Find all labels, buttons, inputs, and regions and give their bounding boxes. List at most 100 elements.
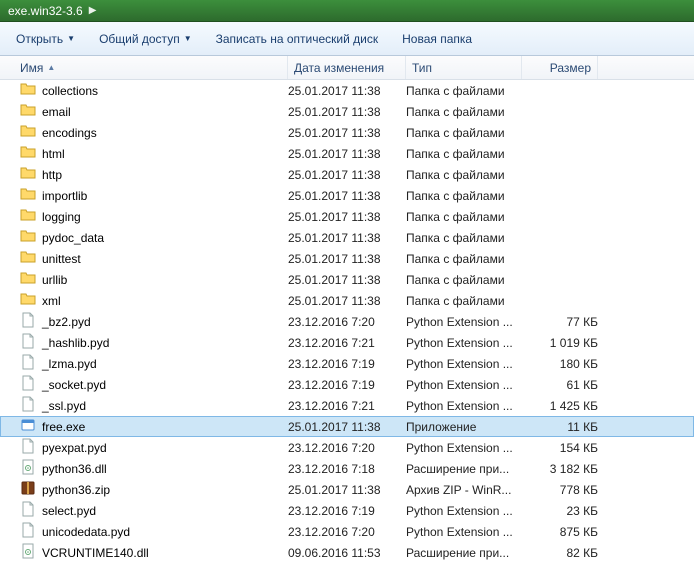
column-header-type-label: Тип (412, 61, 432, 75)
cell-name: pyexpat.pyd (20, 438, 288, 457)
share-button[interactable]: Общий доступ ▼ (89, 28, 202, 50)
file-name: select.pyd (42, 504, 96, 518)
cell-name: free.exe (20, 417, 288, 436)
file-name: _bz2.pyd (42, 315, 91, 329)
cell-date: 25.01.2017 11:38 (288, 189, 406, 203)
cell-type: Расширение при... (406, 462, 522, 476)
cell-name: urllib (20, 270, 288, 289)
chevron-down-icon: ▼ (67, 34, 75, 43)
table-row[interactable]: select.pyd23.12.2016 7:19Python Extensio… (0, 500, 694, 521)
table-row[interactable]: python36.dll23.12.2016 7:18Расширение пр… (0, 458, 694, 479)
table-row[interactable]: _ssl.pyd23.12.2016 7:21Python Extension … (0, 395, 694, 416)
column-header-name-label: Имя (20, 61, 43, 75)
cell-type: Папка с файлами (406, 231, 522, 245)
dll-icon (20, 543, 36, 562)
cell-name: collections (20, 81, 288, 100)
cell-size: 3 182 КБ (522, 462, 598, 476)
file-name: VCRUNTIME140.dll (42, 546, 149, 560)
folder-icon (20, 81, 36, 100)
table-row[interactable]: email25.01.2017 11:38Папка с файлами (0, 101, 694, 122)
cell-name: select.pyd (20, 501, 288, 520)
file-name: _hashlib.pyd (42, 336, 109, 350)
cell-date: 25.01.2017 11:38 (288, 294, 406, 308)
cell-date: 25.01.2017 11:38 (288, 273, 406, 287)
cell-size: 1 019 КБ (522, 336, 598, 350)
file-name: pydoc_data (42, 231, 104, 245)
file-name: free.exe (42, 420, 85, 434)
table-row[interactable]: _hashlib.pyd23.12.2016 7:21Python Extens… (0, 332, 694, 353)
cell-type: Папка с файлами (406, 210, 522, 224)
pyd-icon (20, 396, 36, 415)
cell-size: 61 КБ (522, 378, 598, 392)
cell-name: html (20, 144, 288, 163)
cell-name: _ssl.pyd (20, 396, 288, 415)
table-row[interactable]: unicodedata.pyd23.12.2016 7:20Python Ext… (0, 521, 694, 542)
cell-name: VCRUNTIME140.dll (20, 543, 288, 562)
table-row[interactable]: unittest25.01.2017 11:38Папка с файлами (0, 248, 694, 269)
table-row[interactable]: python36.zip25.01.2017 11:38Архив ZIP - … (0, 479, 694, 500)
cell-type: Python Extension ... (406, 399, 522, 413)
file-name: logging (42, 210, 81, 224)
column-header-row: Имя ▲ Дата изменения Тип Размер (0, 56, 694, 80)
cell-size: 82 КБ (522, 546, 598, 560)
table-row[interactable]: xml25.01.2017 11:38Папка с файлами (0, 290, 694, 311)
cell-name: python36.dll (20, 459, 288, 478)
table-row[interactable]: logging25.01.2017 11:38Папка с файлами (0, 206, 694, 227)
file-name: unicodedata.pyd (42, 525, 130, 539)
cell-type: Расширение при... (406, 546, 522, 560)
column-header-type[interactable]: Тип (406, 56, 522, 79)
cell-size: 11 КБ (522, 420, 598, 434)
file-list[interactable]: collections25.01.2017 11:38Папка с файла… (0, 80, 694, 578)
file-name: python36.zip (42, 483, 110, 497)
file-name: html (42, 147, 65, 161)
breadcrumb[interactable]: exe.win32-3.6 ▶ (0, 0, 694, 22)
table-row[interactable]: free.exe25.01.2017 11:38Приложение11 КБ (0, 416, 694, 437)
table-row[interactable]: collections25.01.2017 11:38Папка с файла… (0, 80, 694, 101)
burn-button[interactable]: Записать на оптический диск (206, 28, 389, 50)
table-row[interactable]: pydoc_data25.01.2017 11:38Папка с файлам… (0, 227, 694, 248)
table-row[interactable]: importlib25.01.2017 11:38Папка с файлами (0, 185, 694, 206)
table-row[interactable]: pyexpat.pyd23.12.2016 7:20Python Extensi… (0, 437, 694, 458)
column-header-date-label: Дата изменения (294, 61, 384, 75)
cell-name: xml (20, 291, 288, 310)
cell-size: 154 КБ (522, 441, 598, 455)
breadcrumb-item[interactable]: exe.win32-3.6 ▶ (8, 4, 96, 18)
table-row[interactable]: urllib25.01.2017 11:38Папка с файлами (0, 269, 694, 290)
file-name: urllib (42, 273, 67, 287)
file-name: pyexpat.pyd (42, 441, 107, 455)
file-name: _ssl.pyd (42, 399, 86, 413)
open-button[interactable]: Открыть ▼ (6, 28, 85, 50)
file-name: importlib (42, 189, 87, 203)
cell-name: unicodedata.pyd (20, 522, 288, 541)
toolbar: Открыть ▼ Общий доступ ▼ Записать на опт… (0, 22, 694, 56)
file-name: _lzma.pyd (42, 357, 97, 371)
table-row[interactable]: _socket.pyd23.12.2016 7:19Python Extensi… (0, 374, 694, 395)
cell-date: 09.06.2016 11:53 (288, 546, 406, 560)
table-row[interactable]: _bz2.pyd23.12.2016 7:20Python Extension … (0, 311, 694, 332)
file-name: email (42, 105, 71, 119)
cell-name: python36.zip (20, 480, 288, 499)
table-row[interactable]: html25.01.2017 11:38Папка с файлами (0, 143, 694, 164)
cell-size: 23 КБ (522, 504, 598, 518)
table-row[interactable]: _lzma.pyd23.12.2016 7:19Python Extension… (0, 353, 694, 374)
column-header-size[interactable]: Размер (522, 56, 598, 79)
cell-size: 875 КБ (522, 525, 598, 539)
cell-name: unittest (20, 249, 288, 268)
table-row[interactable]: encodings25.01.2017 11:38Папка с файлами (0, 122, 694, 143)
folder-icon (20, 144, 36, 163)
file-name: http (42, 168, 62, 182)
column-header-name[interactable]: Имя ▲ (0, 56, 288, 79)
new-folder-button[interactable]: Новая папка (392, 28, 482, 50)
cell-date: 25.01.2017 11:38 (288, 168, 406, 182)
table-row[interactable]: VCRUNTIME140.dll 09.06.2016 11:53Расширен… (0, 542, 694, 563)
cell-date: 23.12.2016 7:21 (288, 336, 406, 350)
cell-type: Папка с файлами (406, 126, 522, 140)
cell-name: email (20, 102, 288, 121)
column-header-date[interactable]: Дата изменения (288, 56, 406, 79)
cell-name: pydoc_data (20, 228, 288, 247)
folder-icon (20, 165, 36, 184)
chevron-right-icon: ▶ (89, 5, 97, 16)
table-row[interactable]: http25.01.2017 11:38Папка с файлами (0, 164, 694, 185)
file-name: python36.dll (42, 462, 107, 476)
cell-date: 23.12.2016 7:20 (288, 315, 406, 329)
